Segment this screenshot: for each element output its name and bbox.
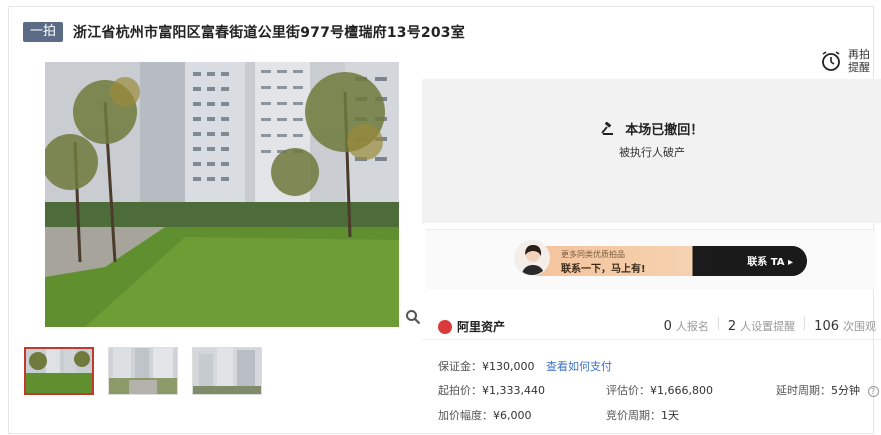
contact-button-label: 联系 TA — [747, 257, 785, 268]
deposit-row: 保证金：¥130,000 查看如何支付 — [438, 358, 612, 374]
reminder-count: 2 — [727, 319, 737, 334]
contact-ta-button[interactable]: 联系 TA ▸ — [747, 253, 793, 268]
increment-value: ¥6,000 — [493, 409, 532, 422]
remind-button[interactable]: 再拍提醒 — [820, 48, 872, 74]
thumbnail-strip — [24, 347, 262, 395]
eval-price-value: ¥1,666,800 — [650, 384, 713, 397]
divider — [717, 317, 719, 330]
main-photo[interactable] — [45, 62, 399, 327]
signup-count: 0 — [663, 319, 672, 334]
eval-price-label: 评估价： — [606, 384, 650, 397]
zoom-icon[interactable] — [405, 309, 421, 325]
auction-round-tag: 一拍 — [23, 22, 64, 42]
agent-avatar — [514, 240, 550, 276]
status-headline: 本场已撤回！ — [625, 123, 704, 138]
status-reason: 被执行人破产 — [619, 146, 685, 159]
increment-row: 加价幅度：¥6,000 — [438, 407, 532, 423]
cycle-value: 1天 — [661, 409, 679, 422]
brand: 阿里资产 — [438, 318, 505, 335]
stats: 0 人报名 2 人设置提醒 106 次围观 — [664, 317, 876, 334]
deposit-value: ¥130,000 — [482, 360, 535, 373]
title-row: 一拍 浙江省杭州市富阳区富春街道公里街977号檀瑞府13号203室 — [23, 21, 465, 43]
help-icon[interactable]: ? — [867, 386, 879, 397]
cycle-row: 竞价周期：1天 — [606, 407, 679, 423]
delay-value: 5分钟 — [831, 384, 860, 397]
thumbnail-3[interactable] — [192, 347, 262, 395]
deposit-label: 保证金： — [438, 360, 482, 373]
increment-label: 加价幅度： — [438, 409, 493, 422]
start-price-value: ¥1,333,440 — [482, 384, 545, 397]
contact-line2: 联系一下，马上有! — [561, 264, 646, 275]
delay-label: 延时周期： — [776, 384, 831, 397]
divider — [804, 317, 806, 330]
signup-label: 人报名 — [675, 320, 709, 333]
ali-assets-logo-icon — [438, 319, 452, 334]
brand-stats-row: 阿里资产 0 人报名 2 人设置提醒 106 次围观 — [422, 314, 881, 340]
remind-label: 再拍提醒 — [848, 48, 870, 74]
thumbnail-1[interactable] — [24, 347, 94, 395]
eval-price-row: 评估价：¥1,666,800 — [606, 382, 713, 398]
auction-card: 一拍 浙江省杭州市富阳区富春街道公里街977号檀瑞府13号203室 再拍提醒 本… — [8, 6, 881, 434]
reminder-label: 人设置提醒 — [740, 320, 796, 333]
contact-line1: 更多同类优质拍品 — [561, 250, 625, 259]
how-to-pay-link[interactable]: 查看如何支付 — [546, 360, 612, 373]
play-arrow-icon: ▸ — [787, 257, 793, 268]
start-price-row: 起拍价：¥1,333,440 — [438, 382, 545, 398]
start-price-label: 起拍价： — [438, 384, 482, 397]
contact-area: 更多同类优质拍品 联系一下，马上有! 联系 TA ▸ — [426, 229, 876, 289]
gavel-icon — [601, 122, 613, 135]
brand-name: 阿里资产 — [457, 320, 506, 334]
status-panel: 本场已撤回！ 被执行人破产 — [422, 79, 881, 223]
view-count: 106 — [814, 319, 839, 334]
contact-banner[interactable]: 更多同类优质拍品 联系一下，马上有! 联系 TA ▸ — [521, 246, 807, 276]
alarm-clock-icon — [822, 51, 840, 71]
view-label: 次围观 — [843, 320, 876, 333]
delay-row: 延时周期：5分钟 ? — [776, 382, 879, 398]
property-title: 浙江省杭州市富阳区富春街道公里街977号檀瑞府13号203室 — [73, 25, 465, 41]
thumbnail-2[interactable] — [108, 347, 178, 395]
status-headline-row: 本场已撤回！ — [422, 119, 881, 138]
cycle-label: 竞价周期： — [606, 409, 661, 422]
